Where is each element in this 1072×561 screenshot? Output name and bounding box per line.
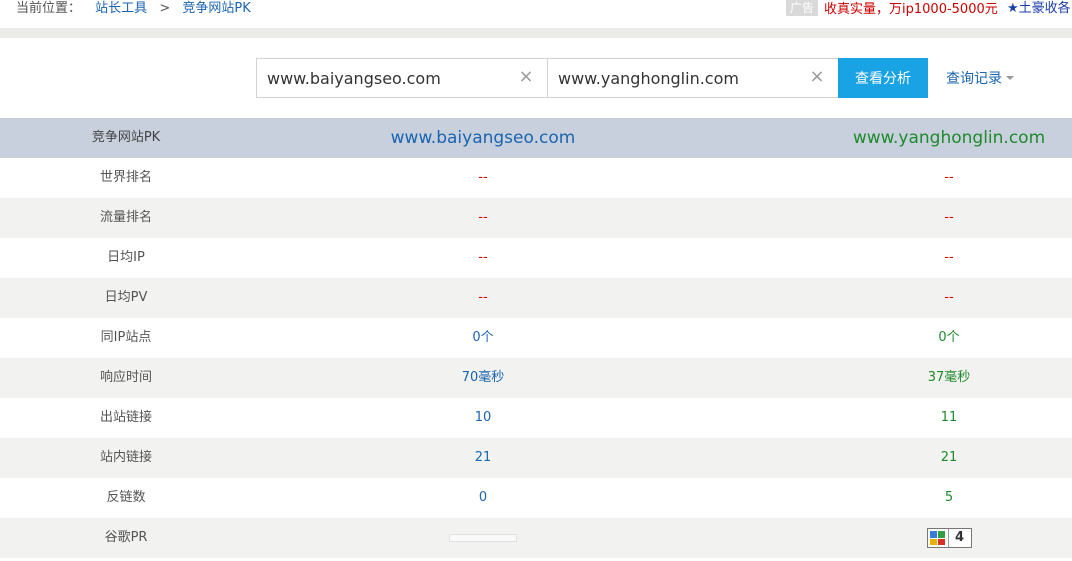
site-a-value[interactable]: -- [252, 198, 714, 238]
breadcrumb-link-webmaster-tools[interactable]: 站长工具 [95, 1, 147, 16]
pr-value: 4 [947, 528, 971, 547]
table-row-daily-ip: 日均IP -- -- [0, 238, 1072, 278]
site-b-value[interactable]: 11 [714, 398, 1072, 438]
row-label: 响应时间 [99, 370, 152, 385]
site-b-value[interactable]: 21 [714, 438, 1072, 478]
site-b-field: × [547, 58, 839, 98]
site-a-value[interactable]: -- [252, 278, 714, 318]
breadcrumb: 当前位置： 站长工具 > 竞争网站PK [16, 0, 251, 20]
site-a-value[interactable]: 10 [252, 398, 714, 438]
row-label: 日均IP [107, 250, 145, 265]
table-header-row: 竞争网站PK www.baiyangseo.com www.yanghongli… [0, 118, 1072, 158]
site-b-value[interactable]: -- [714, 238, 1072, 278]
site-b-value[interactable]: -- [714, 198, 1072, 238]
ad-banner: 广告 收真实量，万ip1000-5000元 ★土豪收各 [786, 0, 1071, 18]
row-label: 日均PV [104, 290, 148, 305]
header-label: 竞争网站PK [91, 130, 161, 145]
site-a-value[interactable]: -- [252, 158, 714, 198]
clear-site-a-icon[interactable]: × [517, 68, 535, 86]
ad-link[interactable]: 收真实量，万ip1000-5000元 [824, 2, 998, 17]
breadcrumb-link-site-pk[interactable]: 竞争网站PK [182, 1, 250, 16]
row-label: 世界排名 [99, 170, 152, 185]
caret-down-icon [1006, 76, 1014, 80]
table-row-daily-pv: 日均PV -- -- [0, 278, 1072, 318]
site-b-value[interactable]: 0个 [714, 318, 1072, 358]
row-label: 反链数 [106, 490, 146, 505]
site-a-pr [252, 518, 714, 558]
row-label: 出站链接 [99, 410, 152, 425]
ad-star-link[interactable]: ★土豪收各 [1007, 0, 1071, 18]
row-label: 站内链接 [99, 450, 152, 465]
breadcrumb-separator: > [159, 1, 171, 16]
table-row-internal-links: 站内链接 21 21 [0, 438, 1072, 478]
site-a-value[interactable]: -- [252, 238, 714, 278]
history-label: 查询记录 [946, 71, 1002, 87]
site-b-input[interactable] [548, 59, 798, 97]
site-b-value[interactable]: -- [714, 278, 1072, 318]
table-row-traffic-rank: 流量排名 -- -- [0, 198, 1072, 238]
row-label: 流量排名 [99, 210, 152, 225]
site-a-value: 70毫秒 [461, 370, 505, 385]
site-b-value[interactable]: 5 [714, 478, 1072, 518]
table-row-outbound-links: 出站链接 10 11 [0, 398, 1072, 438]
table-row-same-ip-sites: 同IP站点 0个 0个 [0, 318, 1072, 358]
google-pr-badge[interactable]: 4 [926, 527, 972, 548]
comparison-table: 竞争网站PK www.baiyangseo.com www.yanghongli… [0, 118, 1072, 558]
site-b-value[interactable]: -- [714, 158, 1072, 198]
site-a-value[interactable]: 0个 [252, 318, 714, 358]
breadcrumb-label: 当前位置： [16, 1, 82, 16]
table-row-response-time: 响应时间 70毫秒 37毫秒 [0, 358, 1072, 398]
row-label: 同IP站点 [100, 330, 152, 345]
header-site-a[interactable]: www.baiyangseo.com [252, 118, 714, 158]
site-a-input[interactable] [257, 59, 507, 97]
site-a-value[interactable]: 21 [252, 438, 714, 478]
history-dropdown[interactable]: 查询记录 [946, 68, 1014, 88]
site-b-value: 37毫秒 [927, 370, 971, 385]
site-b-pr: 4 [714, 518, 1072, 558]
google-logo-icon [927, 528, 948, 547]
compare-form: × × 查看分析 查询记录 [0, 38, 1072, 118]
top-bar: 当前位置： 站长工具 > 竞争网站PK 广告 收真实量，万ip1000-5000元… [0, 0, 1072, 28]
header-site-b[interactable]: www.yanghonglin.com [826, 118, 1072, 158]
clear-site-b-icon[interactable]: × [808, 68, 826, 86]
pr-empty-badge [449, 533, 517, 542]
section-divider [0, 28, 1072, 38]
ad-tag: 广告 [786, 0, 819, 16]
row-label: 谷歌PR [104, 530, 148, 545]
site-a-field: × [256, 58, 548, 98]
site-a-value[interactable]: 0 [252, 478, 714, 518]
analyze-button[interactable]: 查看分析 [838, 58, 928, 98]
table-row-google-pr: 谷歌PR 4 [0, 518, 1072, 558]
table-row-world-rank: 世界排名 -- -- [0, 158, 1072, 198]
table-row-backlinks: 反链数 0 5 [0, 478, 1072, 518]
